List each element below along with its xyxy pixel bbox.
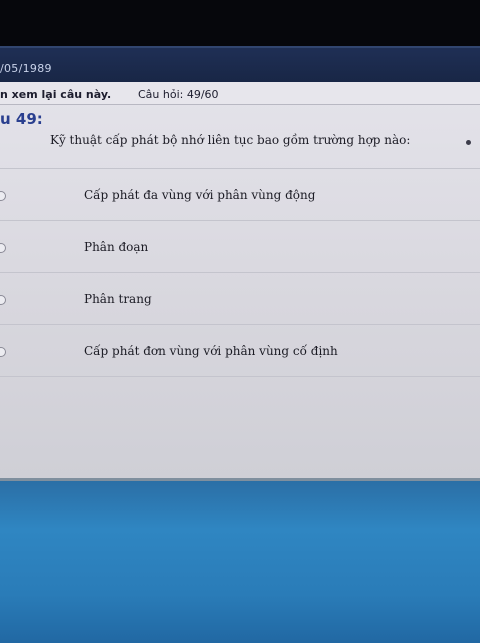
answer-option-2[interactable]: Phân đoạn bbox=[0, 220, 480, 272]
question-counter: Câu hỏi: 49/60 bbox=[138, 88, 219, 101]
monitor-bezel bbox=[0, 0, 480, 46]
bottom-panel bbox=[0, 478, 480, 643]
question-number: u 49: bbox=[0, 110, 43, 128]
answer-option-label: Cấp phát đa vùng với phân vùng động bbox=[84, 188, 316, 202]
header-date: /05/1989 bbox=[0, 62, 52, 75]
app-header: /05/1989 bbox=[0, 46, 480, 84]
question-marker-dot bbox=[466, 140, 471, 145]
radio-button[interactable] bbox=[0, 347, 6, 357]
answer-option-4[interactable]: Cấp phát đơn vùng với phân vùng cố định bbox=[0, 324, 480, 377]
radio-button[interactable] bbox=[0, 243, 6, 253]
review-note-link[interactable]: n xem lại câu này. bbox=[0, 88, 111, 101]
answer-option-3[interactable]: Phân trang bbox=[0, 272, 480, 324]
answer-option-label: Phân trang bbox=[84, 292, 152, 306]
question-text: Kỹ thuật cấp phát bộ nhớ liên tục bao gồ… bbox=[50, 133, 411, 147]
radio-button[interactable] bbox=[0, 191, 6, 201]
answer-option-1[interactable]: Cấp phát đa vùng với phân vùng động bbox=[0, 168, 480, 220]
radio-button[interactable] bbox=[0, 295, 6, 305]
answer-option-label: Cấp phát đơn vùng với phân vùng cố định bbox=[84, 344, 338, 358]
info-bar: n xem lại câu này. Câu hỏi: 49/60 bbox=[0, 82, 480, 105]
answer-option-label: Phân đoạn bbox=[84, 240, 149, 254]
quiz-panel: n xem lại câu này. Câu hỏi: 49/60 u 49: … bbox=[0, 82, 480, 478]
